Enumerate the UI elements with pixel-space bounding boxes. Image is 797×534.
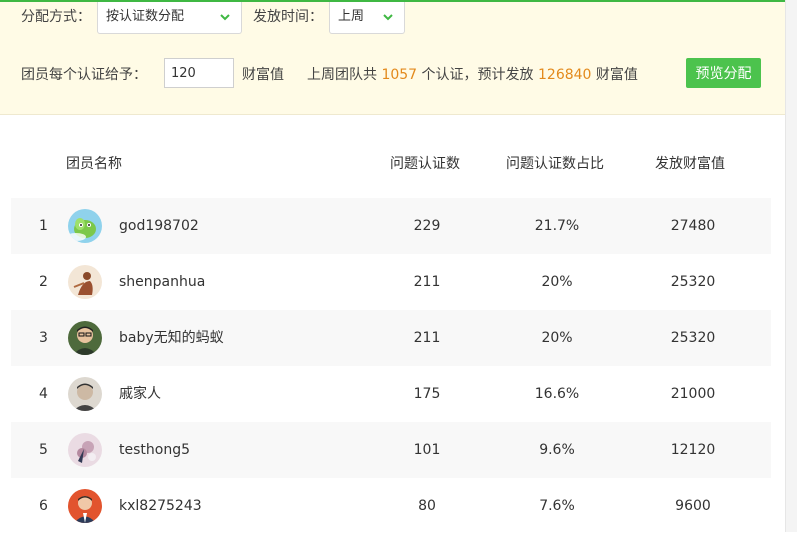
table-row: 1 god198702 229 21.7% 27480 — [11, 198, 771, 254]
avatar[interactable] — [68, 489, 102, 523]
row-index: 2 — [39, 274, 48, 290]
cert-count: 175 — [413, 386, 441, 402]
per-cert-unit: 财富值 — [242, 67, 284, 83]
summary-mid: 个认证，预计发放 — [421, 67, 534, 83]
table-row: 6 kxl8275243 80 7.6% 9600 — [11, 478, 771, 534]
table-row: 2 shenpanhua 211 20% 25320 — [11, 254, 771, 310]
time-label: 发放时间： — [253, 9, 323, 25]
person-avatar-icon — [68, 321, 102, 355]
cert-ratio: 21.7% — [534, 218, 580, 234]
table-row: 3 baby无知的蚂蚁 211 20% 25320 — [11, 310, 771, 366]
row-index: 4 — [39, 386, 48, 402]
member-name[interactable]: testhong5 — [119, 422, 190, 478]
time-select-value: 上周 — [338, 9, 365, 24]
member-name[interactable]: 戚家人 — [119, 366, 161, 422]
header-name: 团员名称 — [66, 156, 122, 172]
man-avatar-icon — [68, 489, 102, 523]
row-index: 1 — [39, 218, 48, 234]
wealth-value: 25320 — [670, 274, 716, 290]
chevron-down-icon — [383, 14, 393, 21]
time-select[interactable]: 上周 — [329, 2, 405, 34]
header-ratio: 问题认证数占比 — [506, 156, 604, 172]
table-row: 4 戚家人 175 16.6% 21000 — [11, 366, 771, 422]
wealth-value: 25320 — [670, 330, 716, 346]
per-cert-label: 团员每个认证给予： — [21, 67, 147, 83]
method-label: 分配方式： — [21, 9, 91, 25]
cert-ratio: 20% — [541, 330, 573, 346]
preview-allocation-button[interactable]: 预览分配 — [686, 58, 761, 88]
cert-count: 101 — [413, 442, 441, 458]
summary-count: 1057 — [381, 67, 418, 83]
wealth-value: 27480 — [670, 218, 716, 234]
cert-count: 211 — [413, 274, 441, 290]
table-row: 5 testhong5 101 9.6% 12120 — [11, 422, 771, 478]
avatar[interactable] — [68, 209, 102, 243]
wealth-value: 12120 — [670, 442, 716, 458]
cert-ratio: 7.6% — [539, 498, 575, 514]
method-select-value: 按认证数分配 — [106, 9, 185, 24]
per-cert-input[interactable] — [164, 58, 234, 88]
summary-total: 126840 — [538, 67, 592, 83]
avatar[interactable] — [68, 321, 102, 355]
member-name[interactable]: baby无知的蚂蚁 — [119, 310, 224, 366]
avatar[interactable] — [68, 433, 102, 467]
avatar[interactable] — [68, 377, 102, 411]
cert-ratio: 9.6% — [539, 442, 575, 458]
summary-unit: 财富值 — [595, 67, 638, 83]
allocation-panel: 分配方式： 按认证数分配 发放时间： 上周 团员每个认证给予： 财富值 上周团队… — [0, 2, 785, 115]
scrollbar[interactable] — [785, 0, 797, 532]
header-count: 问题认证数 — [390, 156, 460, 172]
chevron-down-icon — [220, 14, 230, 21]
cert-ratio: 20% — [541, 274, 573, 290]
member-name[interactable]: kxl8275243 — [119, 478, 202, 534]
cert-count: 211 — [413, 330, 441, 346]
flower-avatar-icon — [68, 433, 102, 467]
row-index: 6 — [39, 498, 48, 514]
portrait-avatar-icon — [68, 377, 102, 411]
figure-avatar-icon — [68, 265, 102, 299]
wealth-value: 9600 — [675, 498, 711, 514]
cert-ratio: 16.6% — [534, 386, 580, 402]
member-name[interactable]: god198702 — [119, 198, 199, 254]
avatar[interactable] — [68, 265, 102, 299]
bird-avatar-icon — [68, 209, 102, 243]
row-index: 3 — [39, 330, 48, 346]
member-name[interactable]: shenpanhua — [119, 254, 205, 310]
cert-count: 80 — [418, 498, 436, 514]
header-wealth: 发放财富值 — [655, 156, 725, 172]
method-select[interactable]: 按认证数分配 — [97, 2, 242, 34]
summary-text: 上周团队共 1057 个认证，预计发放 126840 财富值 — [307, 64, 638, 84]
wealth-value: 21000 — [670, 386, 716, 402]
row-index: 5 — [39, 442, 48, 458]
cert-count: 229 — [413, 218, 441, 234]
summary-prefix: 上周团队共 — [307, 67, 377, 83]
